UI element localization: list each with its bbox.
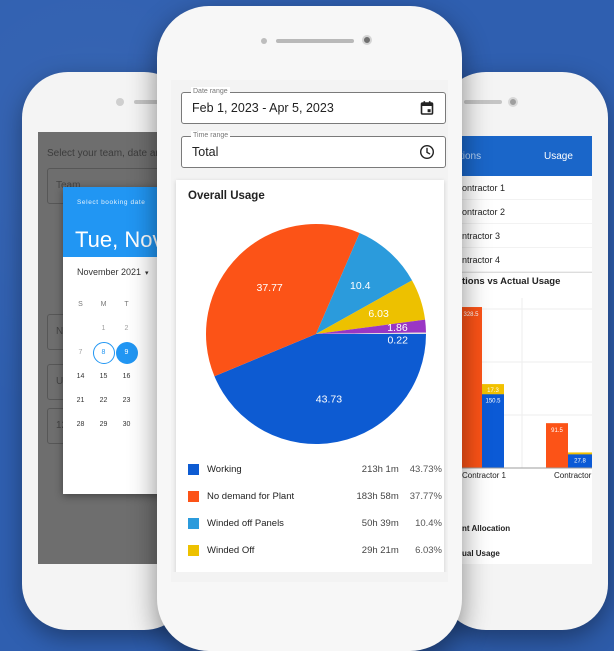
legend-percent: 10.4% bbox=[415, 518, 442, 529]
legend-swatch bbox=[188, 464, 199, 475]
contractor-list: ontractor 1 ontractor 2 ntractor 3 ntrac… bbox=[440, 176, 592, 273]
allocation-bar-chart: 328.5 17.3 150.5 91.5 27.8 Contractor 1 Contra… bbox=[460, 298, 592, 480]
calendar-icon[interactable] bbox=[419, 100, 435, 116]
legend-item[interactable]: Winded off Panels 50h 39m 10.4% bbox=[184, 510, 442, 537]
legend-name: Working bbox=[207, 464, 242, 475]
bar-value-label: 328.5 bbox=[463, 312, 479, 318]
legend-duration: 183h 58m bbox=[356, 491, 399, 502]
time-range-value: Total bbox=[192, 145, 219, 159]
camera-icon bbox=[116, 98, 124, 106]
front-phone-screen: Date range Feb 1, 2023 - Apr 5, 2023 Tim… bbox=[171, 80, 448, 582]
pie-slice-label: 43.73 bbox=[316, 394, 342, 406]
legend-duration: 50h 39m bbox=[361, 518, 399, 529]
weekday-label: M bbox=[100, 301, 107, 308]
tab-usage[interactable]: Usage bbox=[516, 151, 573, 162]
screen-bottom-fade bbox=[171, 572, 448, 582]
date-picker-caption: Select booking date bbox=[77, 199, 146, 206]
selected-date-display: Tue, Nov bbox=[75, 227, 164, 252]
legend-swatch bbox=[188, 518, 199, 529]
calendar-day[interactable]: 29 bbox=[92, 414, 115, 436]
bar-value-label: 17.3 bbox=[487, 388, 499, 394]
right-phone-screen: tions Usage ontractor 1 ontractor 2 ntra… bbox=[440, 136, 592, 564]
calendar-day[interactable]: 14 bbox=[69, 366, 92, 388]
chevron-down-icon: ▾ bbox=[145, 270, 149, 277]
time-range-label: Time range bbox=[191, 131, 231, 141]
legend-percent: 43.73% bbox=[409, 464, 442, 475]
speaker-grill bbox=[464, 100, 502, 104]
legend-swatch bbox=[188, 491, 199, 502]
tab-bar: tions Usage bbox=[440, 136, 592, 176]
calendar-day[interactable]: 16 bbox=[115, 366, 138, 388]
calendar-day[interactable]: 1 bbox=[92, 318, 115, 340]
camera-icon bbox=[362, 35, 372, 45]
legend-item[interactable]: Working 213h 1m 43.73% bbox=[184, 456, 442, 483]
right-phone: tions Usage ontractor 1 ontractor 2 ntra… bbox=[440, 72, 608, 630]
legend-name: No demand for Plant bbox=[207, 491, 295, 502]
card-title: Overall Usage bbox=[188, 190, 265, 202]
calendar-day-selected[interactable]: 9 bbox=[115, 342, 138, 364]
speaker-grill bbox=[276, 39, 354, 43]
legend-allocation: nt Allocation bbox=[462, 524, 511, 533]
bar-value-label: 150.5 bbox=[485, 398, 501, 404]
contractor-item[interactable]: ontractor 1 bbox=[440, 176, 592, 200]
legend-percent: 6.03% bbox=[415, 545, 442, 556]
weekday-label: S bbox=[78, 301, 83, 308]
instruction-text: Select your team, date and bbox=[47, 148, 167, 159]
contractor-item[interactable]: ntractor 4 bbox=[440, 248, 592, 272]
bar-chart-title: tions vs Actual Usage bbox=[462, 276, 561, 287]
calendar-day[interactable]: 7 bbox=[69, 342, 92, 364]
month-label: November 2021 bbox=[77, 267, 142, 277]
calendar-day[interactable]: 2 bbox=[115, 318, 138, 340]
pie-slice-label: 37.77 bbox=[257, 282, 283, 294]
pie-slice-label: 1.86 bbox=[387, 322, 408, 334]
calendar-day-today[interactable]: 8 bbox=[92, 342, 115, 364]
overall-usage-pie-chart: 43.73 37.77 10.4 6.03 1.860.22 bbox=[206, 224, 426, 445]
calendar-day-empty bbox=[69, 318, 92, 340]
bar-value-label: 91.5 bbox=[551, 428, 563, 434]
camera-icon bbox=[508, 97, 518, 107]
overall-usage-card: Overall Usage 43.73 37.77 10.4 6.03 1.86 0.22… bbox=[176, 180, 444, 582]
x-tick-label: Contractor 1 bbox=[462, 471, 507, 480]
calendar-day[interactable]: 30 bbox=[115, 414, 138, 436]
month-selector[interactable]: November 2021 ▾ bbox=[77, 267, 149, 277]
legend-item[interactable]: No demand for Plant 183h 58m 37.77% bbox=[184, 483, 442, 510]
date-range-value: Feb 1, 2023 - Apr 5, 2023 bbox=[192, 101, 334, 115]
legend-name: Winded Off bbox=[207, 545, 255, 556]
bar-allocation[interactable] bbox=[460, 307, 482, 468]
calendar-day[interactable]: 21 bbox=[69, 390, 92, 412]
calendar-day[interactable]: 22 bbox=[92, 390, 115, 412]
legend-duration: 29h 21m bbox=[361, 545, 399, 556]
clock-icon[interactable] bbox=[419, 144, 435, 160]
pie-legend: Working 213h 1m 43.73% No demand for Plant 1… bbox=[184, 456, 442, 582]
pie-slice-label: 6.03 bbox=[368, 308, 389, 320]
calendar-day[interactable]: 23 bbox=[115, 390, 138, 412]
contractor-item[interactable]: ntractor 3 bbox=[440, 224, 592, 248]
pie-slice-label: 10.4 bbox=[350, 280, 371, 292]
x-tick-label: Contractor bbox=[554, 471, 592, 480]
date-range-label: Date range bbox=[191, 87, 230, 97]
bar-usage[interactable] bbox=[482, 394, 504, 468]
bar-value-label: 27.8 bbox=[574, 458, 586, 464]
sensor-icon bbox=[261, 38, 267, 44]
time-range-field[interactable]: Time range Total bbox=[181, 131, 446, 168]
calendar-day[interactable]: 15 bbox=[92, 366, 115, 388]
pie-slice-label: 0.22 bbox=[387, 334, 408, 346]
date-range-field[interactable]: Date range Feb 1, 2023 - Apr 5, 2023 bbox=[181, 87, 446, 124]
calendar-day[interactable]: 28 bbox=[69, 414, 92, 436]
legend-item[interactable]: Winded Off 29h 21m 6.03% bbox=[184, 537, 442, 564]
weekday-label: T bbox=[124, 301, 129, 308]
legend-swatch bbox=[188, 545, 199, 556]
legend-name: Winded off Panels bbox=[207, 518, 284, 529]
front-phone: Date range Feb 1, 2023 - Apr 5, 2023 Tim… bbox=[157, 6, 462, 651]
legend-duration: 213h 1m bbox=[361, 464, 399, 475]
legend-percent: 37.77% bbox=[409, 491, 442, 502]
legend-usage: ual Usage bbox=[462, 549, 500, 558]
contractor-item[interactable]: ontractor 2 bbox=[440, 200, 592, 224]
